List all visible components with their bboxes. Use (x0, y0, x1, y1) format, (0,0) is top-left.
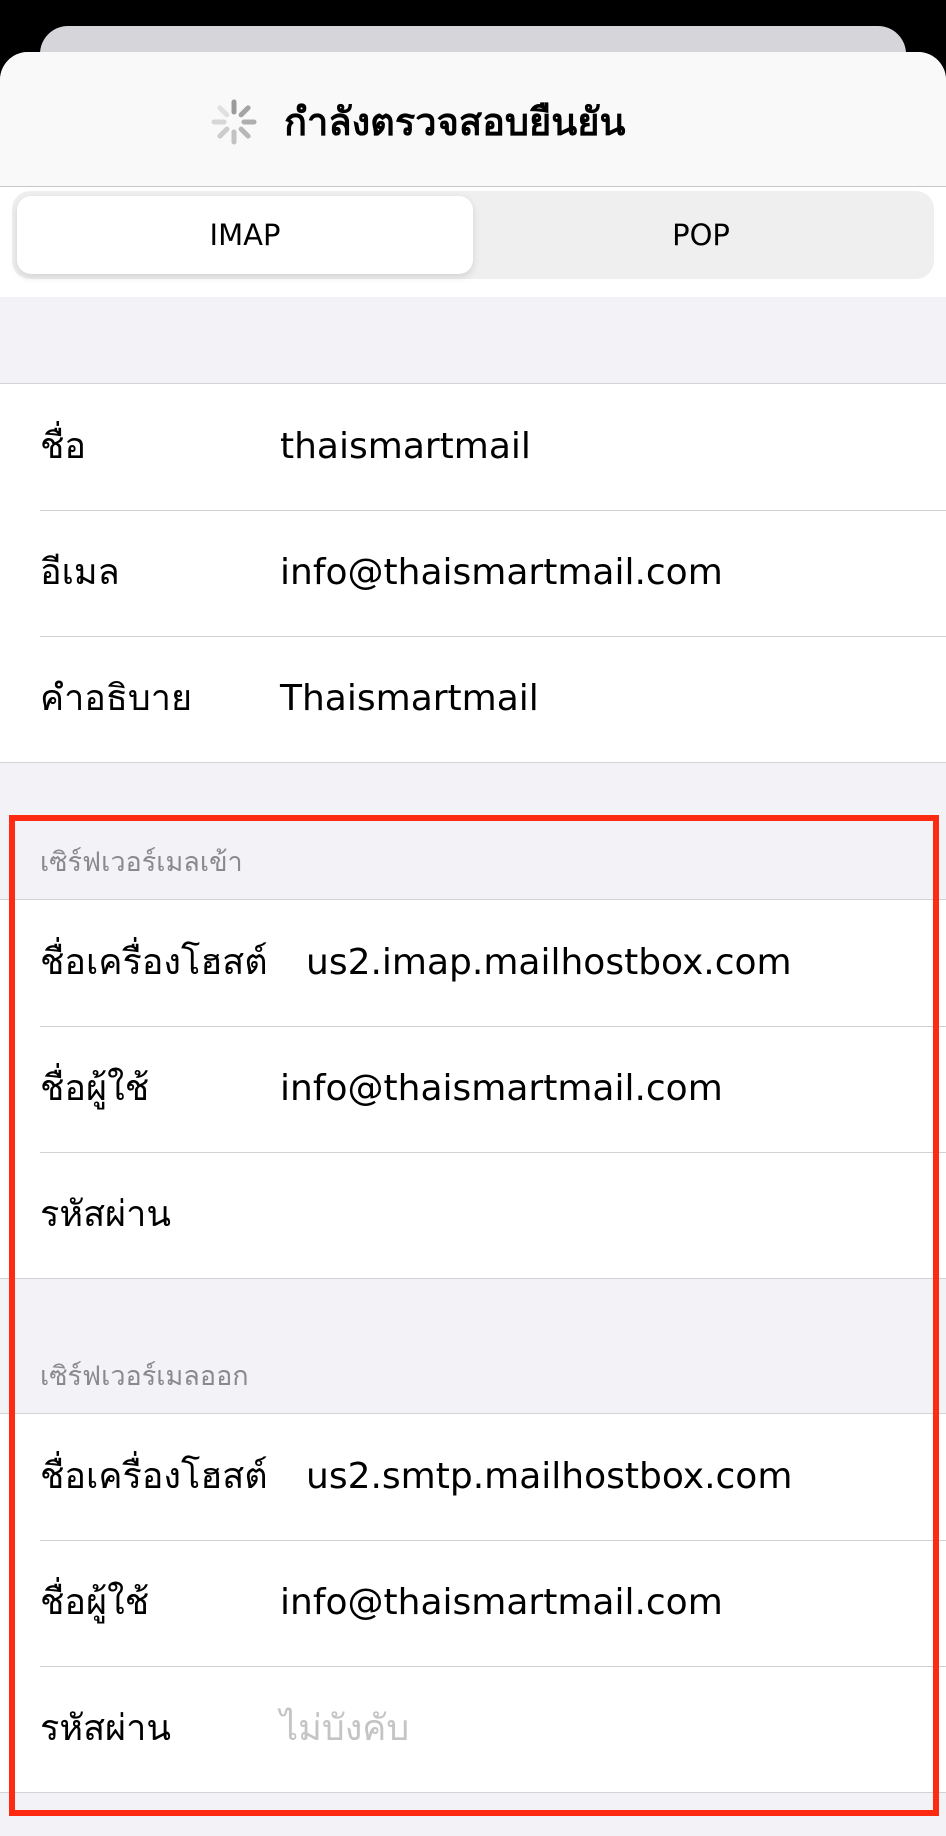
email-field[interactable]: info@thaismartmail.com (280, 553, 723, 593)
outgoing-username-label: ชื่อผู้ใช้ (40, 1582, 150, 1623)
incoming-host-row[interactable]: ชื่อเครื่องโฮสต์ us2.imap.mailhostbox.co… (0, 900, 946, 1026)
nav-title: กำลังตรวจสอบยืนยัน (284, 100, 626, 144)
name-row[interactable]: ชื่อ thaismartmail (0, 384, 946, 510)
email-label: อีเมล (40, 552, 120, 593)
incoming-password-row[interactable]: รหัสผ่าน (0, 1152, 946, 1278)
screen: กำลังตรวจสอบยืนยัน IMAP POP ชื่อ thaisma… (0, 0, 946, 1836)
incoming-host-field[interactable]: us2.imap.mailhostbox.com (306, 943, 792, 983)
incoming-host-label: ชื่อเครื่องโฮสต์ (40, 942, 268, 983)
description-label: คำอธิบาย (40, 678, 193, 719)
outgoing-username-field[interactable]: info@thaismartmail.com (280, 1583, 723, 1623)
outgoing-host-row[interactable]: ชื่อเครื่องโฮสต์ us2.smtp.mailhostbox.co… (0, 1414, 946, 1540)
incoming-username-field[interactable]: info@thaismartmail.com (280, 1069, 723, 1109)
activity-spinner-icon (211, 99, 257, 145)
incoming-server-group: ชื่อเครื่องโฮสต์ us2.imap.mailhostbox.co… (0, 899, 946, 1279)
description-row[interactable]: คำอธิบาย Thaismartmail (0, 636, 946, 762)
outgoing-username-row[interactable]: ชื่อผู้ใช้ info@thaismartmail.com (0, 1540, 946, 1666)
outgoing-password-label: รหัสผ่าน (40, 1708, 171, 1749)
account-settings-sheet: กำลังตรวจสอบยืนยัน IMAP POP ชื่อ thaisma… (0, 52, 946, 1836)
navigation-bar: กำลังตรวจสอบยืนยัน (0, 52, 946, 187)
incoming-server-header: เซิร์ฟเวอร์เมลเข้า (40, 847, 243, 878)
account-info-group: ชื่อ thaismartmail อีเมล info@thaismartm… (0, 383, 946, 763)
name-field[interactable]: thaismartmail (280, 427, 531, 467)
incoming-username-row[interactable]: ชื่อผู้ใช้ info@thaismartmail.com (0, 1026, 946, 1152)
outgoing-host-label: ชื่อเครื่องโฮสต์ (40, 1456, 268, 1497)
description-field[interactable]: Thaismartmail (280, 679, 539, 719)
account-type-area: IMAP POP (0, 187, 946, 297)
outgoing-server-group: ชื่อเครื่องโฮสต์ us2.smtp.mailhostbox.co… (0, 1413, 946, 1793)
outgoing-host-field[interactable]: us2.smtp.mailhostbox.com (306, 1457, 792, 1497)
email-row[interactable]: อีเมล info@thaismartmail.com (0, 510, 946, 636)
outgoing-password-field[interactable]: ไม่บังคับ (280, 1709, 409, 1749)
outgoing-server-header: เซิร์ฟเวอร์เมลออก (40, 1361, 249, 1392)
incoming-password-label: รหัสผ่าน (40, 1194, 171, 1235)
name-label: ชื่อ (40, 426, 87, 467)
incoming-username-label: ชื่อผู้ใช้ (40, 1068, 150, 1109)
segment-pop[interactable]: POP (473, 196, 929, 274)
segment-imap[interactable]: IMAP (17, 196, 473, 274)
account-type-segmented-control: IMAP POP (12, 191, 934, 279)
outgoing-password-row[interactable]: รหัสผ่าน ไม่บังคับ (0, 1666, 946, 1792)
